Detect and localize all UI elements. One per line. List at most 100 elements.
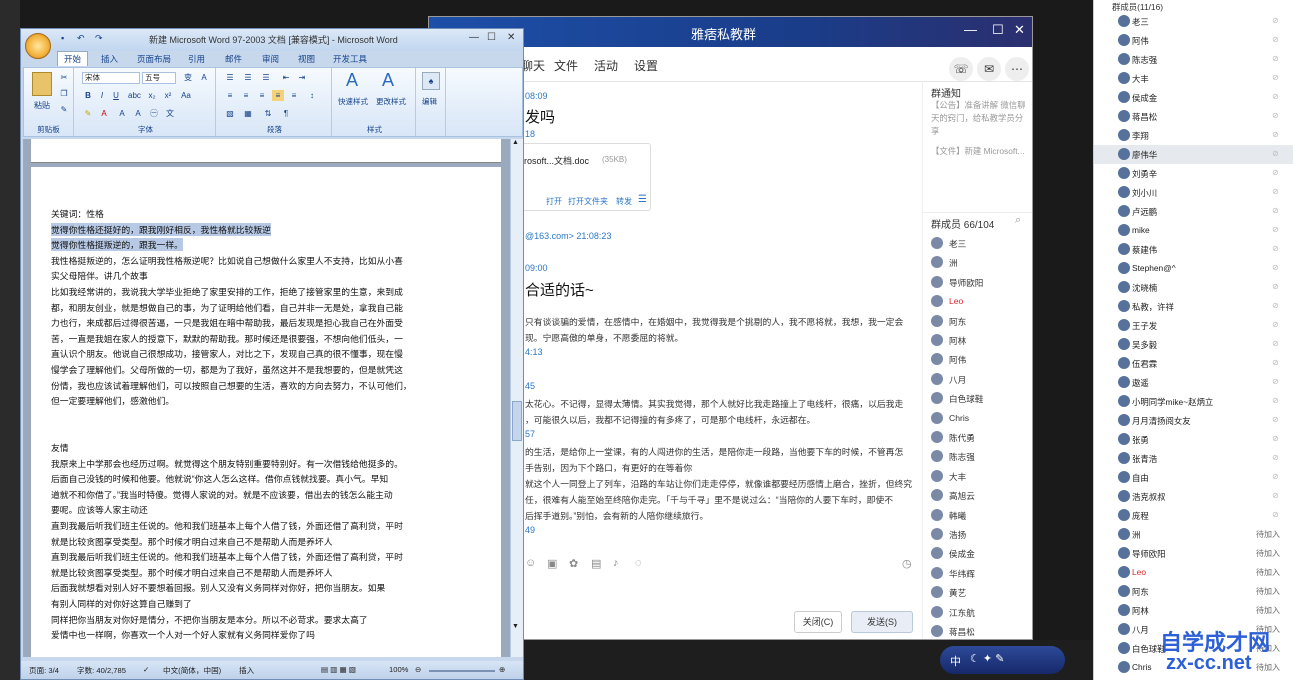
member-row[interactable]: 黄艺 <box>929 584 1032 602</box>
redo-icon[interactable]: ↷ <box>95 33 103 44</box>
member-row[interactable]: 大丰 <box>929 468 1032 486</box>
more-circle-icon[interactable]: ◌ <box>635 557 642 569</box>
notice-file[interactable]: 【文件】新建 Microsoft... <box>931 145 1031 158</box>
document-line[interactable]: 直认识个朋友。他说自己很想成功，接管家人，对比之下，发现自己真的很不懂事，现在慢 <box>51 347 403 360</box>
list-item[interactable]: 阿林 待加入 <box>1094 601 1293 620</box>
change-style-label[interactable]: 更改样式 <box>376 96 406 107</box>
word-count[interactable]: 字数: 40/2,785 <box>77 665 126 676</box>
char-border-icon[interactable]: A <box>132 108 144 119</box>
word-close-icon[interactable]: ✕ <box>507 32 515 43</box>
list-item[interactable]: 张青浩 ⊘ <box>1094 449 1293 468</box>
tab-review[interactable]: 审阅 <box>262 53 279 65</box>
change-case-icon[interactable]: 变 <box>182 72 194 83</box>
scroll-up-icon[interactable]: ▲ <box>512 139 519 146</box>
spellcheck-icon[interactable]: ✓ <box>143 665 149 674</box>
list-item[interactable]: 侯成金 ⊘ <box>1094 88 1293 107</box>
word-maximize-icon[interactable]: ☐ <box>487 32 496 43</box>
mic-muted-icon[interactable]: ⊘ <box>1272 358 1279 367</box>
mic-muted-icon[interactable]: ⊘ <box>1272 54 1279 63</box>
increase-indent-icon[interactable]: ⇥ <box>296 72 308 83</box>
document-line[interactable]: 觉得你性格还挺好的，跟我刚好相反，我性格就比较叛逆 <box>51 222 271 236</box>
list-item[interactable]: 浩克叔叔 ⊘ <box>1094 487 1293 506</box>
list-item[interactable]: 李翔 ⊘ <box>1094 126 1293 145</box>
document-line[interactable]: 觉得你性格挺叛逆的，跟我一样。 <box>51 238 183 252</box>
zoom-slider[interactable] <box>429 670 495 672</box>
document-line[interactable]: 力也行，来成都后过得很苦逼，一只是我姐在暗中帮助我，最后发现是担心我自己在外面受 <box>51 316 403 329</box>
font-size-select[interactable]: 五号 <box>142 72 176 84</box>
document-line[interactable]: 苦，一直是我姐在家人的授意下，默默的帮助我。那时候还是很要强，不想向他们低头，一 <box>51 332 403 345</box>
document-line[interactable]: 后面自己没钱的时候和他要。他就说“你这人怎么这样。借你点钱就找要。真小气。早知 <box>51 472 388 485</box>
history-icon[interactable]: ◷ <box>902 557 912 570</box>
mic-muted-icon[interactable]: ⊘ <box>1272 206 1279 215</box>
zoom-out-icon[interactable]: ⊖ <box>415 665 421 674</box>
member-row[interactable]: 侯成金 <box>929 545 1032 563</box>
mic-muted-icon[interactable]: ⊘ <box>1272 491 1279 500</box>
member-row[interactable]: Chris <box>929 410 1032 428</box>
justify-icon[interactable]: ≡ <box>272 90 284 101</box>
mic-muted-icon[interactable]: ⊘ <box>1272 377 1279 386</box>
document-line[interactable]: 就是比较贪图享受类型。那个时候才明白过来自己不是帮助人而是养坏人 <box>51 535 333 548</box>
superscript-icon[interactable]: x² <box>162 90 174 101</box>
mic-muted-icon[interactable]: ⊘ <box>1272 301 1279 310</box>
more-icon[interactable]: ⋯ <box>1005 57 1029 81</box>
document-line[interactable]: 道就不和你借了。”我当时特傻。觉得人家说的对。就是不应该要，借出去的钱怎么能主动 <box>51 488 393 501</box>
tab-chat[interactable]: 聊天 <box>521 57 545 74</box>
save-icon[interactable]: ▪ <box>61 33 64 43</box>
change-style-icon[interactable]: A <box>382 70 394 91</box>
tab-view[interactable]: 视图 <box>298 53 315 65</box>
member-row[interactable]: 浩扬 <box>929 526 1032 544</box>
list-item[interactable]: 庞程 ⊘ <box>1094 506 1293 525</box>
gift-icon[interactable]: ✿ <box>569 557 578 570</box>
strikethrough-icon[interactable]: abc <box>128 90 141 101</box>
member-row[interactable]: Leo <box>929 293 1032 311</box>
close-chat-button[interactable]: 关闭(C) <box>794 611 842 633</box>
ime-mode[interactable]: 中 <box>950 653 961 669</box>
undo-icon[interactable]: ↶ <box>77 33 85 44</box>
list-item[interactable]: 遨遥 ⊘ <box>1094 373 1293 392</box>
edit-label[interactable]: 编辑 <box>422 96 437 107</box>
maximize-icon[interactable]: ☐ <box>992 22 1004 38</box>
message-icon[interactable]: ✉ <box>977 57 1001 81</box>
phonetic-icon[interactable]: 文 <box>164 108 176 119</box>
italic-icon[interactable]: I <box>96 90 108 101</box>
list-item[interactable]: 陈志强 ⊘ <box>1094 50 1293 69</box>
list-item[interactable]: 伍君霖 ⊘ <box>1094 354 1293 373</box>
mic-muted-icon[interactable]: ⊘ <box>1272 453 1279 462</box>
document-line[interactable]: 后面我就想看对别人好不要想着回报。别人又没有义务同样对你好，把你当朋友。如果 <box>51 581 385 594</box>
document-line[interactable]: 要呢。应该等人家主动还 <box>51 503 148 516</box>
mic-muted-icon[interactable]: ⊘ <box>1272 396 1279 405</box>
member-row[interactable]: 白色球鞋 <box>929 390 1032 408</box>
subscript-icon[interactable]: x₂ <box>146 90 158 101</box>
search-icon[interactable]: ⌕ <box>1015 214 1021 227</box>
member-row[interactable]: 陈代勇 <box>929 429 1032 447</box>
document-line[interactable]: 直到我最后听我们班主任说的。他和我们班基本上每个人借了钱，外面还借了高利贷，平时 <box>51 519 403 532</box>
tab-activity[interactable]: 活动 <box>594 57 618 74</box>
mic-muted-icon[interactable]: ⊘ <box>1272 244 1279 253</box>
member-row[interactable]: 八月 <box>929 371 1032 389</box>
tab-files[interactable]: 文件 <box>554 57 578 74</box>
list-item[interactable]: 吴多毅 ⊘ <box>1094 335 1293 354</box>
bullets-icon[interactable]: ☰ <box>224 72 236 83</box>
mic-muted-icon[interactable]: ⊘ <box>1272 282 1279 291</box>
member-row[interactable]: 江东航 <box>929 604 1032 622</box>
mic-muted-icon[interactable]: ⊘ <box>1272 73 1279 82</box>
mic-muted-icon[interactable]: ⊘ <box>1272 16 1279 25</box>
member-row[interactable]: 阿伟 <box>929 351 1032 369</box>
list-item[interactable]: 自由 ⊘ <box>1094 468 1293 487</box>
mic-muted-icon[interactable]: ⊘ <box>1272 415 1279 424</box>
list-item[interactable]: 蔡建伟 ⊘ <box>1094 240 1293 259</box>
quick-style-icon[interactable]: A <box>346 70 358 91</box>
mic-muted-icon[interactable]: ⊘ <box>1272 434 1279 443</box>
folder-icon[interactable]: ▤ <box>591 557 601 570</box>
document-line[interactable]: 友情 <box>51 441 69 454</box>
mic-muted-icon[interactable]: ⊘ <box>1272 187 1279 196</box>
document-line[interactable]: 我性格挺叛逆的，怎么证明我性格叛逆呢？比如说自己想做什么家里人不支持，比如从小喜 <box>51 254 403 267</box>
tab-developer[interactable]: 开发工具 <box>333 53 367 65</box>
word-minimize-icon[interactable]: — <box>469 32 479 43</box>
multilevel-icon[interactable]: ☰ <box>260 72 272 83</box>
bell-icon[interactable]: ♪ <box>613 557 619 569</box>
emoji-icon[interactable]: ☺ <box>525 557 536 569</box>
tab-mailings[interactable]: 邮件 <box>225 53 242 65</box>
mic-muted-icon[interactable]: ⊘ <box>1272 472 1279 481</box>
file-card[interactable]: rosoft...文档.doc (35KB) 打开 打开文件夹 转发 ☰ <box>515 143 651 211</box>
